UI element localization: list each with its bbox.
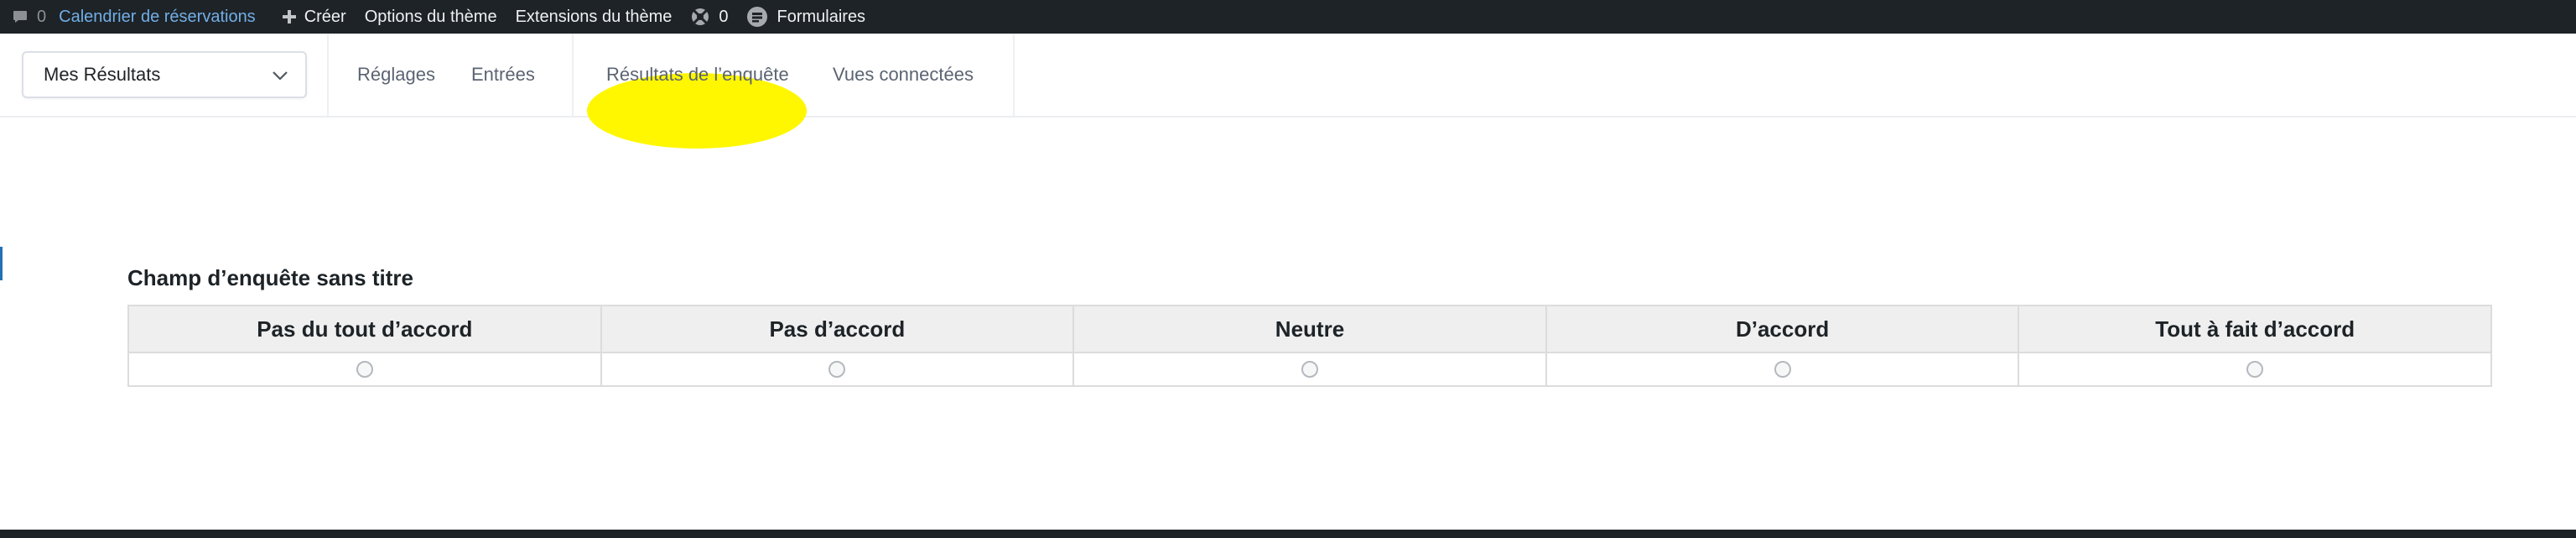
site-name-link[interactable]: Calendrier de réservations [55,0,265,34]
likert-scale-table: Pas du tout d’accord Pas d’accord Neutre… [127,305,2492,387]
radio-option-strongly-disagree[interactable] [356,361,373,378]
likert-column-header: Neutre [1072,305,1547,353]
theme-options-label: Options du thème [364,7,497,26]
plugin-menu[interactable]: 0 [681,0,737,34]
divider [1013,34,1015,116]
new-content-label: Créer [304,7,346,26]
likert-column-header: Tout à fait d’accord [2018,305,2492,353]
likert-option-cell [600,352,1075,387]
tab-settings[interactable]: Réglages [357,34,435,116]
tab-connected-views-label: Vues connectées [833,64,974,85]
tab-survey-results-label: Résultats de l’enquête [606,64,789,85]
theme-options-link[interactable]: Options du thème [356,0,506,34]
tab-entries[interactable]: Entrées [471,34,535,116]
likert-header-row: Pas du tout d’accord Pas d’accord Neutre… [127,305,2492,353]
likert-column-header: D’accord [1545,305,2020,353]
form-subnav: Mes Résultats Réglages Entrées Résultats… [0,34,2576,149]
plus-icon [281,8,298,25]
divider [327,34,329,116]
likert-option-cell [1545,352,2020,387]
likert-option-cell [127,352,602,387]
likert-column-header: Pas d’accord [600,305,1075,353]
likert-option-row [127,352,2492,387]
new-content-menu[interactable]: Créer [272,0,356,34]
comments-menu[interactable]: 0 [0,0,55,34]
forms-menu[interactable]: Formulaires [737,0,875,34]
tab-settings-label: Réglages [357,64,435,85]
chevron-down-icon [272,64,288,86]
likert-option-cell [1072,352,1547,387]
forms-label: Formulaires [776,7,866,26]
radio-option-disagree[interactable] [828,361,846,378]
theme-extensions-label: Extensions du thème [515,7,673,26]
forms-icon [746,6,768,28]
radio-option-agree[interactable] [1774,361,1791,378]
divider [572,34,574,116]
lifebuoy-icon [690,7,710,27]
tab-connected-views[interactable]: Vues connectées [833,34,974,116]
survey-field-title: Champ d’enquête sans titre [127,265,413,290]
form-select-dropdown[interactable]: Mes Résultats [22,51,307,98]
radio-option-neutral[interactable] [1301,361,1318,378]
plugin-count: 0 [719,7,729,26]
admin-bar: 0 Calendrier de réservations Créer Optio… [0,0,2576,34]
comments-count: 0 [37,7,47,26]
likert-option-cell [2018,352,2492,387]
tab-survey-results[interactable]: Résultats de l’enquête [606,34,789,116]
form-select-value: Mes Résultats [44,64,161,85]
tab-entries-label: Entrées [471,64,535,85]
edge-accent [0,247,3,280]
page: 0 Calendrier de réservations Créer Optio… [0,0,2576,538]
comment-icon [12,8,29,25]
radio-option-strongly-agree[interactable] [2246,361,2264,378]
theme-extensions-link[interactable]: Extensions du thème [506,0,682,34]
bottom-edge-bar [0,530,2576,538]
likert-column-header: Pas du tout d’accord [127,305,602,353]
site-name: Calendrier de réservations [59,7,256,26]
